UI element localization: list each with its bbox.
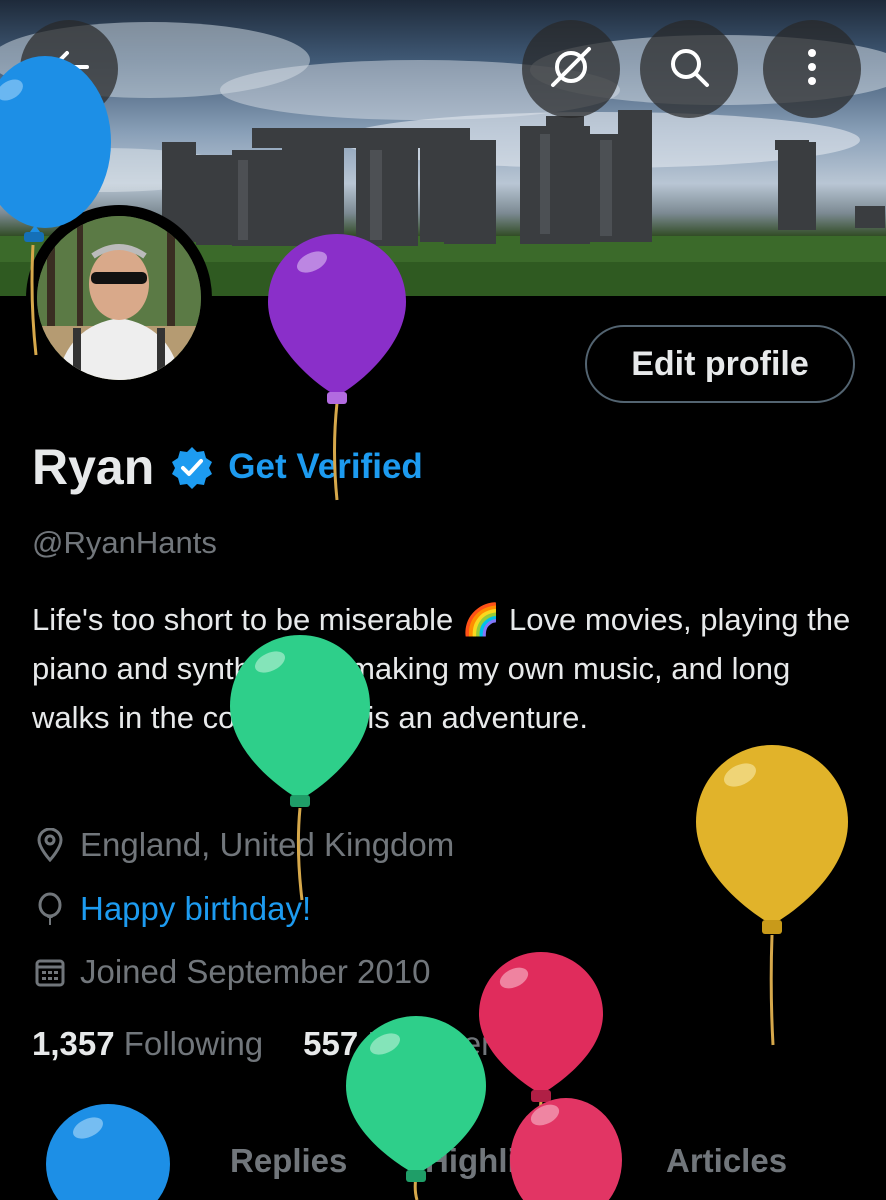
follow-stats: 1,357 Following 557 Followers [32, 1025, 509, 1063]
profile-name: Ryan [32, 439, 155, 495]
location-pin-icon [32, 827, 68, 863]
followers-label: Followers [367, 1025, 509, 1062]
profile-tabs: Posts Replies Highlights Articles [0, 1130, 886, 1200]
joined-text: Joined September 2010 [80, 953, 431, 990]
more-button[interactable] [763, 20, 861, 118]
grok-icon [547, 43, 595, 96]
tab-replies[interactable]: Replies [230, 1142, 347, 1180]
balloon-yellow [696, 745, 848, 1046]
avatar[interactable] [26, 205, 212, 391]
grok-button[interactable] [522, 20, 620, 118]
location-text: England, United Kingdom [80, 826, 455, 863]
back-button[interactable] [20, 20, 118, 118]
balloon-icon [32, 891, 68, 927]
following-link[interactable]: 1,357 Following [32, 1025, 263, 1063]
profile-name-row: Ryan Get Verified [32, 432, 423, 502]
calendar-icon [32, 954, 68, 990]
following-label: Following [123, 1025, 264, 1062]
arrow-left-icon [47, 45, 91, 94]
bio-text-start: Life's too short to be miserable [32, 602, 462, 637]
verified-badge-icon[interactable] [170, 445, 214, 489]
search-icon [665, 43, 713, 96]
tab-posts[interactable]: Posts [50, 1142, 140, 1180]
profile-bio: Life's too short to be miserable 🌈 Love … [32, 595, 862, 742]
profile-handle: @RyanHants [32, 525, 217, 560]
following-count: 1,357 [32, 1025, 115, 1062]
avatar-photo [37, 216, 201, 380]
location-row: England, United Kingdom [32, 823, 454, 867]
tab-highlights[interactable]: Highlights [425, 1142, 586, 1180]
edit-profile-button[interactable]: Edit profile [585, 325, 855, 403]
joined-row: Joined September 2010 [32, 950, 430, 994]
followers-count: 557 [303, 1025, 359, 1062]
birthday-row: Happy birthday! [32, 887, 311, 931]
tab-articles[interactable]: Articles [666, 1142, 787, 1180]
get-verified-link[interactable]: Get Verified [228, 447, 423, 487]
more-vertical-icon [802, 45, 822, 94]
search-button[interactable] [640, 20, 738, 118]
rainbow-emoji: 🌈 [461, 602, 501, 637]
followers-link[interactable]: 557 Followers [303, 1025, 508, 1063]
birthday-text[interactable]: Happy birthday! [80, 890, 311, 928]
